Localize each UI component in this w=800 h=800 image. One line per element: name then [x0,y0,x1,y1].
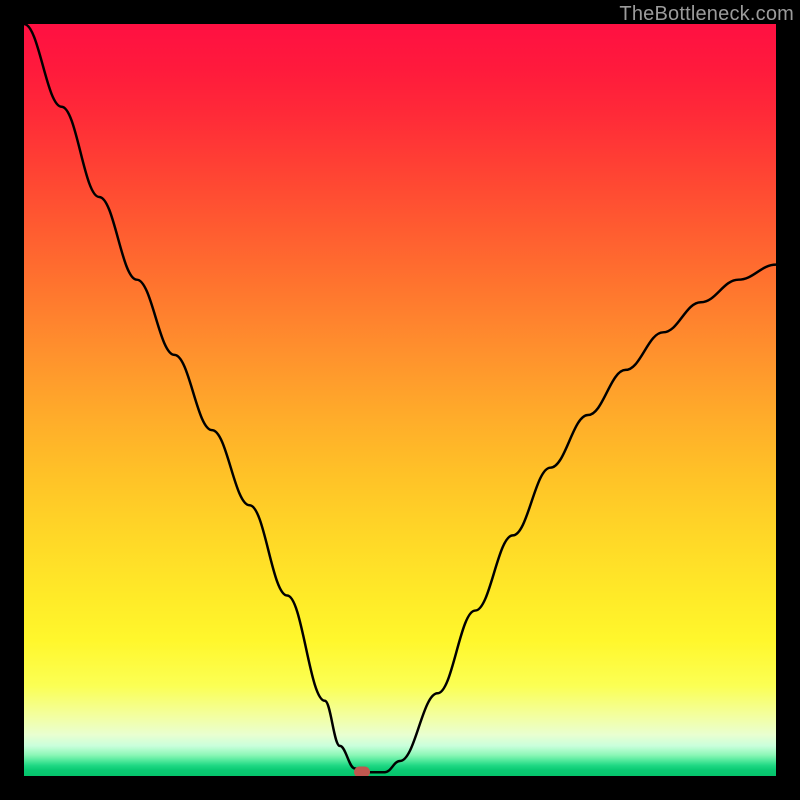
optimum-marker [354,767,370,776]
bottleneck-curve [24,24,776,776]
chart-frame: TheBottleneck.com [0,0,800,800]
plot-area [24,24,776,776]
watermark-text: TheBottleneck.com [619,3,794,26]
curve-path [24,24,776,772]
